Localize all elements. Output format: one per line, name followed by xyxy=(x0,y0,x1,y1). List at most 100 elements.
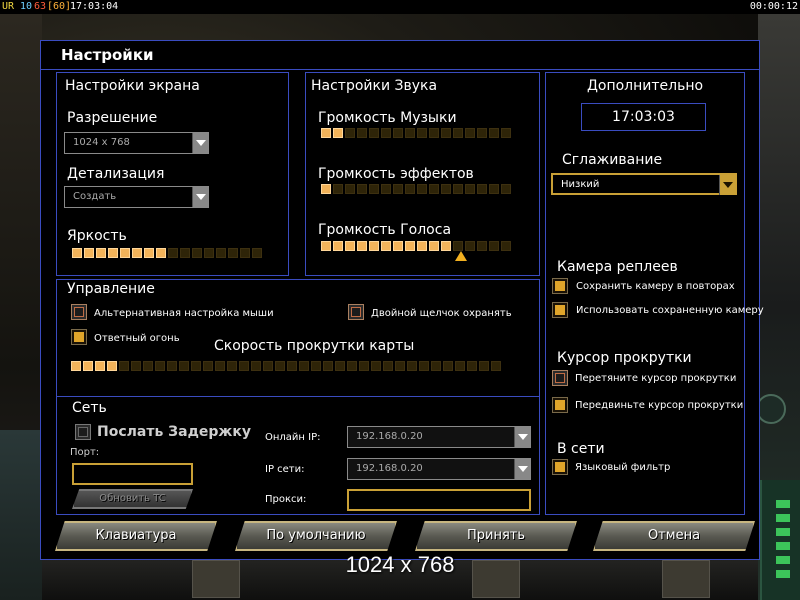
slider-segment[interactable] xyxy=(252,248,262,258)
slider-segment[interactable] xyxy=(371,361,381,371)
language-filter-checkbox[interactable] xyxy=(552,459,568,475)
detail-dropdown[interactable]: Создать xyxy=(64,186,209,208)
slider-segment[interactable] xyxy=(72,248,82,258)
music-volume-slider[interactable] xyxy=(321,128,511,138)
use-saved-camera-checkbox[interactable] xyxy=(552,302,568,318)
antialiasing-dropdown[interactable]: Низкий xyxy=(551,173,737,195)
slider-segment[interactable] xyxy=(333,184,343,194)
slider-segment[interactable] xyxy=(369,241,379,251)
slider-segment[interactable] xyxy=(287,361,297,371)
slider-segment[interactable] xyxy=(441,128,451,138)
slider-segment[interactable] xyxy=(333,128,343,138)
slider-segment[interactable] xyxy=(347,361,357,371)
slider-segment[interactable] xyxy=(180,248,190,258)
slider-segment[interactable] xyxy=(143,361,153,371)
slider-segment[interactable] xyxy=(120,248,130,258)
slider-segment[interactable] xyxy=(251,361,261,371)
slider-segment[interactable] xyxy=(381,241,391,251)
slider-segment[interactable] xyxy=(477,184,487,194)
accept-button[interactable]: Принять xyxy=(415,521,577,551)
slider-segment[interactable] xyxy=(429,184,439,194)
slider-segment[interactable] xyxy=(393,128,403,138)
slider-segment[interactable] xyxy=(155,361,165,371)
slider-segment[interactable] xyxy=(477,241,487,251)
slider-segment[interactable] xyxy=(491,361,501,371)
slider-segment[interactable] xyxy=(393,184,403,194)
slider-segment[interactable] xyxy=(477,128,487,138)
slider-segment[interactable] xyxy=(501,241,511,251)
slider-segment[interactable] xyxy=(204,248,214,258)
voice-slider-marker-icon[interactable] xyxy=(455,251,467,261)
slider-segment[interactable] xyxy=(489,184,499,194)
slider-segment[interactable] xyxy=(359,361,369,371)
keyboard-button[interactable]: Клавиатура xyxy=(55,521,217,551)
slider-segment[interactable] xyxy=(465,128,475,138)
slider-segment[interactable] xyxy=(321,184,331,194)
slider-segment[interactable] xyxy=(417,241,427,251)
chevron-down-icon[interactable] xyxy=(719,175,735,195)
slider-segment[interactable] xyxy=(227,361,237,371)
slider-segment[interactable] xyxy=(453,241,463,251)
slider-segment[interactable] xyxy=(191,361,201,371)
slider-segment[interactable] xyxy=(216,248,226,258)
slider-segment[interactable] xyxy=(203,361,213,371)
slider-segment[interactable] xyxy=(311,361,321,371)
slider-segment[interactable] xyxy=(96,248,106,258)
slider-segment[interactable] xyxy=(383,361,393,371)
slider-segment[interactable] xyxy=(395,361,405,371)
slider-segment[interactable] xyxy=(156,248,166,258)
slider-segment[interactable] xyxy=(357,241,367,251)
slider-segment[interactable] xyxy=(299,361,309,371)
slider-segment[interactable] xyxy=(263,361,273,371)
port-input[interactable] xyxy=(72,463,193,485)
slider-segment[interactable] xyxy=(369,184,379,194)
slider-segment[interactable] xyxy=(453,184,463,194)
slider-segment[interactable] xyxy=(192,248,202,258)
move-scroll-checkbox[interactable] xyxy=(552,397,568,413)
slider-segment[interactable] xyxy=(419,361,429,371)
slider-segment[interactable] xyxy=(357,128,367,138)
slider-segment[interactable] xyxy=(275,361,285,371)
slider-segment[interactable] xyxy=(333,241,343,251)
slider-segment[interactable] xyxy=(441,184,451,194)
slider-segment[interactable] xyxy=(369,128,379,138)
slider-segment[interactable] xyxy=(405,184,415,194)
slider-segment[interactable] xyxy=(501,128,511,138)
slider-segment[interactable] xyxy=(407,361,417,371)
slider-segment[interactable] xyxy=(465,241,475,251)
alt-mouse-checkbox[interactable] xyxy=(71,304,87,320)
cancel-button[interactable]: Отмена xyxy=(593,521,755,551)
slider-segment[interactable] xyxy=(467,361,477,371)
slider-segment[interactable] xyxy=(83,361,93,371)
slider-segment[interactable] xyxy=(132,248,142,258)
slider-segment[interactable] xyxy=(417,184,427,194)
lan-ip-dropdown[interactable]: 192.168.0.20 xyxy=(347,458,531,480)
drag-scroll-checkbox[interactable] xyxy=(552,370,568,386)
slider-segment[interactable] xyxy=(179,361,189,371)
slider-segment[interactable] xyxy=(393,241,403,251)
slider-segment[interactable] xyxy=(215,361,225,371)
slider-segment[interactable] xyxy=(240,248,250,258)
slider-segment[interactable] xyxy=(321,241,331,251)
slider-segment[interactable] xyxy=(228,248,238,258)
slider-segment[interactable] xyxy=(443,361,453,371)
slider-segment[interactable] xyxy=(357,184,367,194)
chevron-down-icon[interactable] xyxy=(514,459,530,479)
proxy-input[interactable] xyxy=(347,489,531,511)
online-ip-dropdown[interactable]: 192.168.0.20 xyxy=(347,426,531,448)
slider-segment[interactable] xyxy=(429,241,439,251)
slider-segment[interactable] xyxy=(429,128,439,138)
brightness-slider[interactable] xyxy=(72,248,262,258)
slider-segment[interactable] xyxy=(144,248,154,258)
slider-segment[interactable] xyxy=(465,184,475,194)
slider-segment[interactable] xyxy=(441,241,451,251)
send-delay-checkbox[interactable] xyxy=(75,424,91,440)
slider-segment[interactable] xyxy=(71,361,81,371)
slider-segment[interactable] xyxy=(381,128,391,138)
slider-segment[interactable] xyxy=(501,184,511,194)
slider-segment[interactable] xyxy=(405,241,415,251)
save-camera-checkbox[interactable] xyxy=(552,278,568,294)
slider-segment[interactable] xyxy=(431,361,441,371)
slider-segment[interactable] xyxy=(131,361,141,371)
slider-segment[interactable] xyxy=(417,128,427,138)
